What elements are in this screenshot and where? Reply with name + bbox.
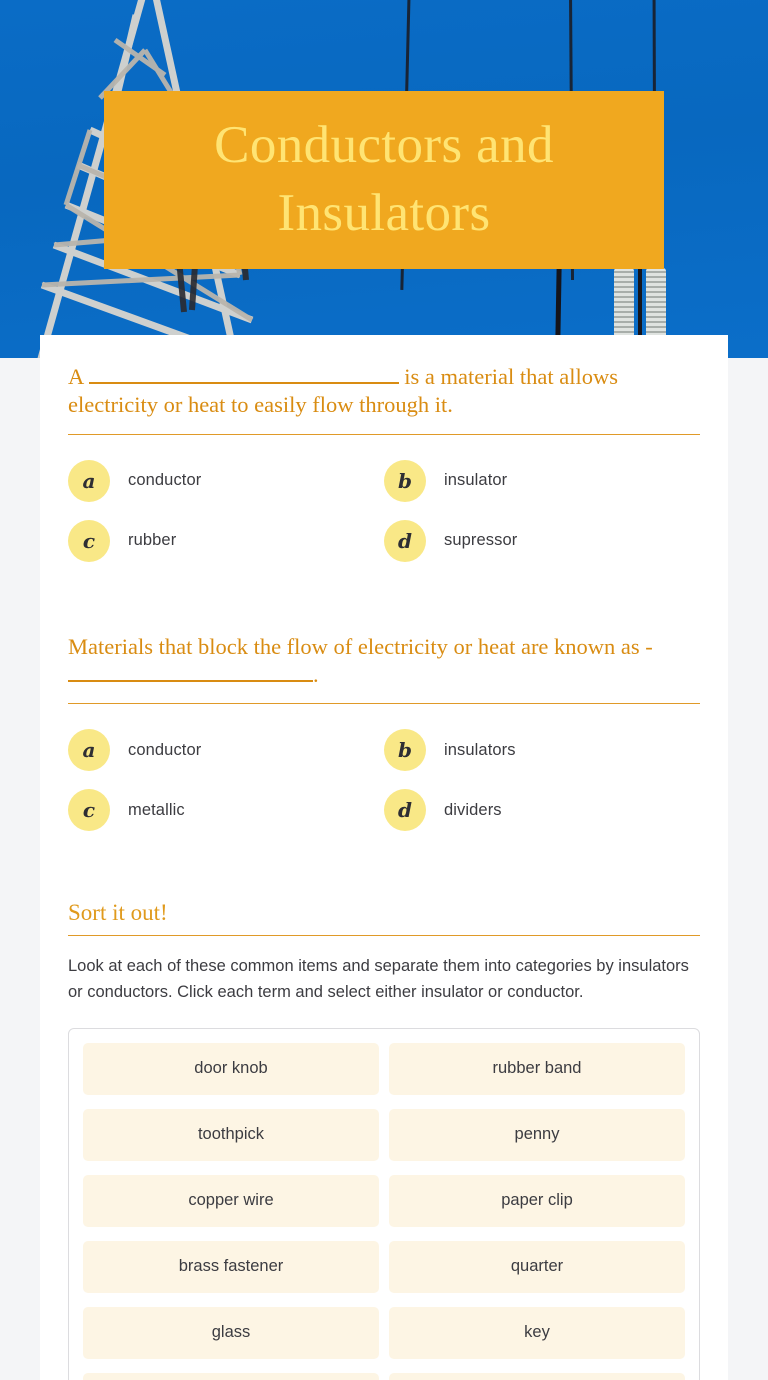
option-c[interactable]: c rubber	[68, 511, 384, 571]
sort-item[interactable]: rubber band	[389, 1042, 685, 1095]
sort-instructions: Look at each of these common items and s…	[68, 957, 689, 1001]
option-label: conductor	[128, 740, 202, 759]
option-label: dividers	[444, 800, 502, 819]
answer-blank	[88, 382, 399, 384]
option-letter-bubble: a	[68, 729, 110, 772]
option-letter-bubble: b	[384, 729, 426, 772]
option-letter-bubble: c	[68, 519, 110, 562]
sort-item[interactable]: copper wire	[83, 1174, 379, 1227]
option-label: conductor	[128, 471, 202, 490]
question-2-prefix: Materials that block the flow of electri…	[68, 633, 653, 659]
sort-item[interactable]: paper	[389, 1372, 685, 1380]
question-2-options: a conductor b insulators c metallic d di…	[68, 704, 700, 840]
option-d[interactable]: d dividers	[384, 780, 700, 840]
option-c[interactable]: c metallic	[68, 780, 384, 840]
sort-item[interactable]: glass	[83, 1306, 379, 1359]
option-label: supressor	[444, 531, 518, 550]
sort-divider	[68, 935, 700, 937]
question-block-1: A is a material that allows electricity …	[68, 363, 700, 571]
option-b[interactable]: b insulator	[384, 451, 700, 511]
sort-item[interactable]: key	[389, 1306, 685, 1359]
sort-item[interactable]: penny	[389, 1108, 685, 1161]
option-letter-bubble: d	[384, 789, 426, 832]
option-letter-bubble: a	[68, 459, 110, 502]
question-2-text: Materials that block the flow of electri…	[68, 633, 700, 700]
option-label: insulator	[444, 471, 508, 490]
worksheet-title-banner: Conductors and Insulators	[104, 91, 664, 269]
option-a[interactable]: a conductor	[68, 720, 384, 780]
question-1-prefix: A	[68, 364, 84, 389]
question-2-suffix: .	[313, 662, 319, 688]
option-label: insulators	[444, 740, 516, 759]
sort-section-title: Sort it out!	[68, 900, 168, 926]
option-letter-bubble: b	[384, 459, 426, 502]
sort-section: Sort it out! Look at each of these commo…	[68, 900, 700, 1380]
sort-item[interactable]: quarter	[389, 1240, 685, 1293]
option-letter-bubble: c	[68, 789, 110, 832]
option-letter-bubble: d	[384, 519, 426, 562]
question-1-text: A is a material that allows electricity …	[68, 363, 700, 430]
question-1-options: a conductor b insulator c rubber d supre…	[68, 435, 700, 571]
sort-item[interactable]: plastic fork	[83, 1372, 379, 1380]
option-label: metallic	[128, 800, 185, 819]
answer-blank	[68, 680, 313, 683]
page-title: Conductors and Insulators	[214, 116, 554, 242]
insulator-string-icon	[612, 262, 676, 346]
sort-item[interactable]: brass fastener	[83, 1240, 379, 1293]
question-1-suffix: is a material that allows electricity or…	[68, 364, 618, 418]
sort-item[interactable]: door knob	[83, 1042, 379, 1095]
option-a[interactable]: a conductor	[68, 451, 384, 511]
option-b[interactable]: b insulators	[384, 720, 700, 780]
option-d[interactable]: d supressor	[384, 511, 700, 571]
worksheet-card: A is a material that allows electricity …	[40, 335, 728, 1380]
sort-item[interactable]: toothpick	[83, 1108, 379, 1161]
sort-item[interactable]: paper clip	[389, 1174, 685, 1227]
sort-items-container: door knob rubber band toothpick penny co…	[68, 1027, 700, 1380]
question-block-2: Materials that block the flow of electri…	[68, 633, 700, 841]
option-label: rubber	[128, 531, 177, 550]
